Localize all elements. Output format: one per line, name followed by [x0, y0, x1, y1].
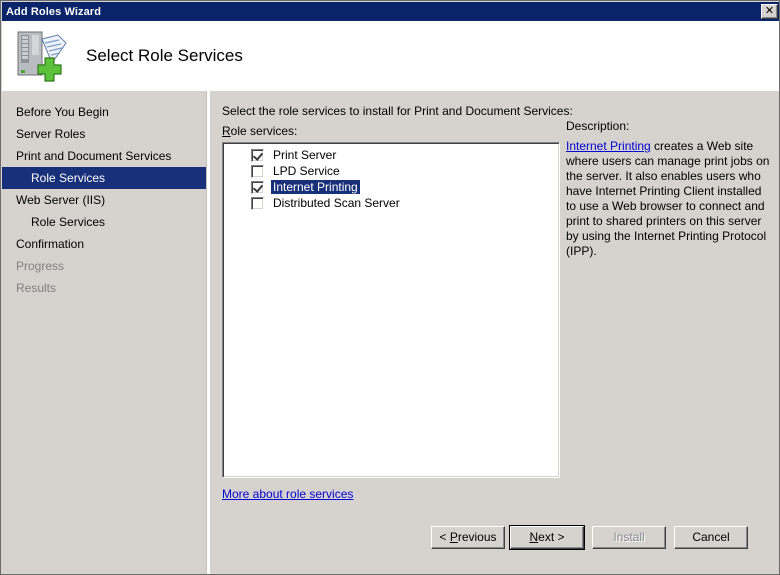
next-button[interactable]: Next >	[510, 526, 584, 549]
previous-button[interactable]: < Previous	[431, 526, 505, 549]
sidebar-item-progress: Progress	[2, 255, 206, 277]
role-services-label: Role services:	[222, 124, 297, 138]
description-body: Internet Printing creates a Web site whe…	[566, 139, 770, 259]
sidebar-item-print-and-document-services[interactable]: Print and Document Services	[2, 145, 206, 167]
wizard-button-bar: < Previous Next > Install Cancel	[210, 517, 780, 574]
window-titlebar: Add Roles Wizard ✕	[2, 2, 780, 21]
previous-button-accel: P	[450, 530, 458, 544]
previous-button-prefix: <	[439, 530, 449, 544]
role-services-label-accel: R	[222, 124, 231, 138]
list-item[interactable]: LPD Service	[223, 163, 559, 179]
list-item-label: Print Server	[271, 148, 338, 162]
sidebar-item-results: Results	[2, 277, 206, 299]
server-add-icon	[12, 29, 70, 83]
install-button: Install	[592, 526, 666, 549]
intro-text: Select the role services to install for …	[222, 104, 573, 118]
close-icon[interactable]: ✕	[761, 4, 778, 19]
description-panel: Description: Internet Printing creates a…	[566, 119, 770, 259]
wizard-sidebar: Before You Begin Server Roles Print and …	[2, 91, 206, 574]
previous-button-rest: revious	[458, 530, 497, 544]
wizard-content: Select the role services to install for …	[210, 91, 780, 574]
role-services-label-rest: ole services:	[231, 124, 298, 138]
description-heading: Description:	[566, 119, 770, 133]
sidebar-item-role-services-print[interactable]: Role Services	[2, 167, 206, 189]
next-button-accel: N	[529, 530, 538, 544]
sidebar-item-before-you-begin[interactable]: Before You Begin	[2, 101, 206, 123]
list-item[interactable]: Internet Printing	[223, 179, 559, 195]
cancel-button[interactable]: Cancel	[674, 526, 748, 549]
checkbox-distributed-scan-server[interactable]	[251, 197, 264, 210]
add-roles-wizard-window: Add Roles Wizard ✕	[0, 0, 780, 575]
role-services-listbox[interactable]: Print Server LPD Service Internet Printi…	[222, 142, 560, 478]
sidebar-item-confirmation[interactable]: Confirmation	[2, 233, 206, 255]
wizard-body: Before You Begin Server Roles Print and …	[2, 91, 780, 574]
sidebar-item-web-server-iis[interactable]: Web Server (IIS)	[2, 189, 206, 211]
list-item-label: Distributed Scan Server	[271, 196, 402, 210]
description-text: creates a Web site where users can manag…	[566, 139, 769, 258]
sidebar-item-role-services-iis[interactable]: Role Services	[2, 211, 206, 233]
more-about-role-services-link[interactable]: More about role services	[222, 487, 353, 501]
checkbox-internet-printing[interactable]	[251, 181, 264, 194]
list-item[interactable]: Distributed Scan Server	[223, 195, 559, 211]
sidebar-item-server-roles[interactable]: Server Roles	[2, 123, 206, 145]
page-title: Select Role Services	[86, 46, 243, 66]
description-link[interactable]: Internet Printing	[566, 139, 651, 153]
list-item-label: Internet Printing	[271, 180, 360, 194]
window-title: Add Roles Wizard	[6, 6, 761, 18]
checkbox-lpd-service[interactable]	[251, 165, 264, 178]
list-item-label: LPD Service	[271, 164, 342, 178]
next-button-rest: ext >	[538, 530, 564, 544]
wizard-header: Select Role Services	[2, 21, 780, 91]
list-item[interactable]: Print Server	[223, 147, 559, 163]
checkbox-print-server[interactable]	[251, 149, 264, 162]
